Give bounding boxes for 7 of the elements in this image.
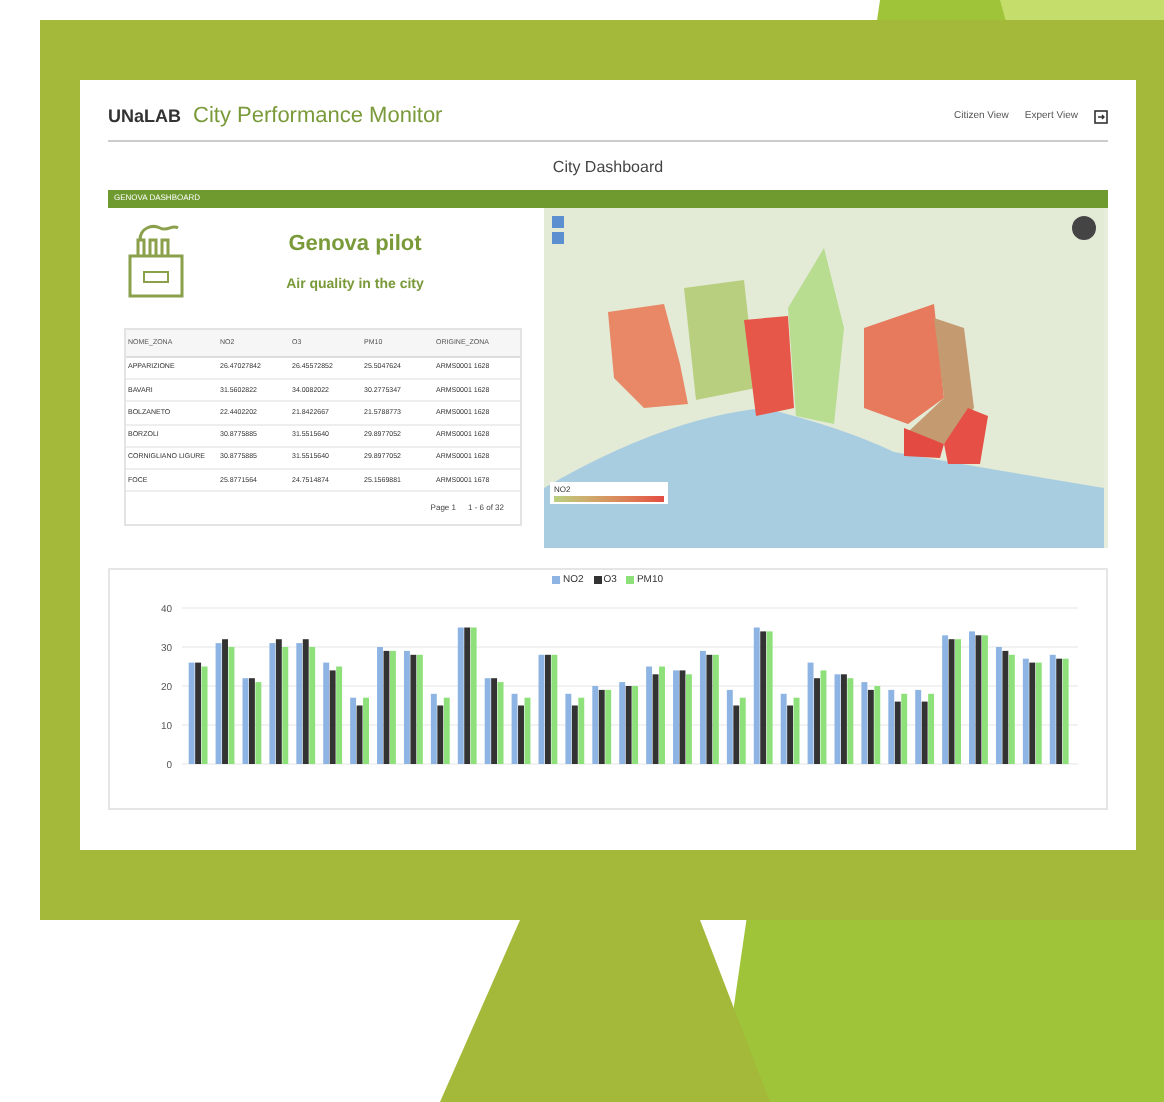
app-title: City Performance Monitor: [193, 102, 443, 132]
logout-icon[interactable]: [1094, 109, 1108, 124]
logo: UNaLAB: [108, 103, 182, 129]
pilot-heading: Genova pilot: [288, 229, 422, 259]
color-scale: [554, 495, 664, 501]
page-title: City Dashboard: [550, 155, 666, 179]
factory-icon: [124, 219, 188, 299]
